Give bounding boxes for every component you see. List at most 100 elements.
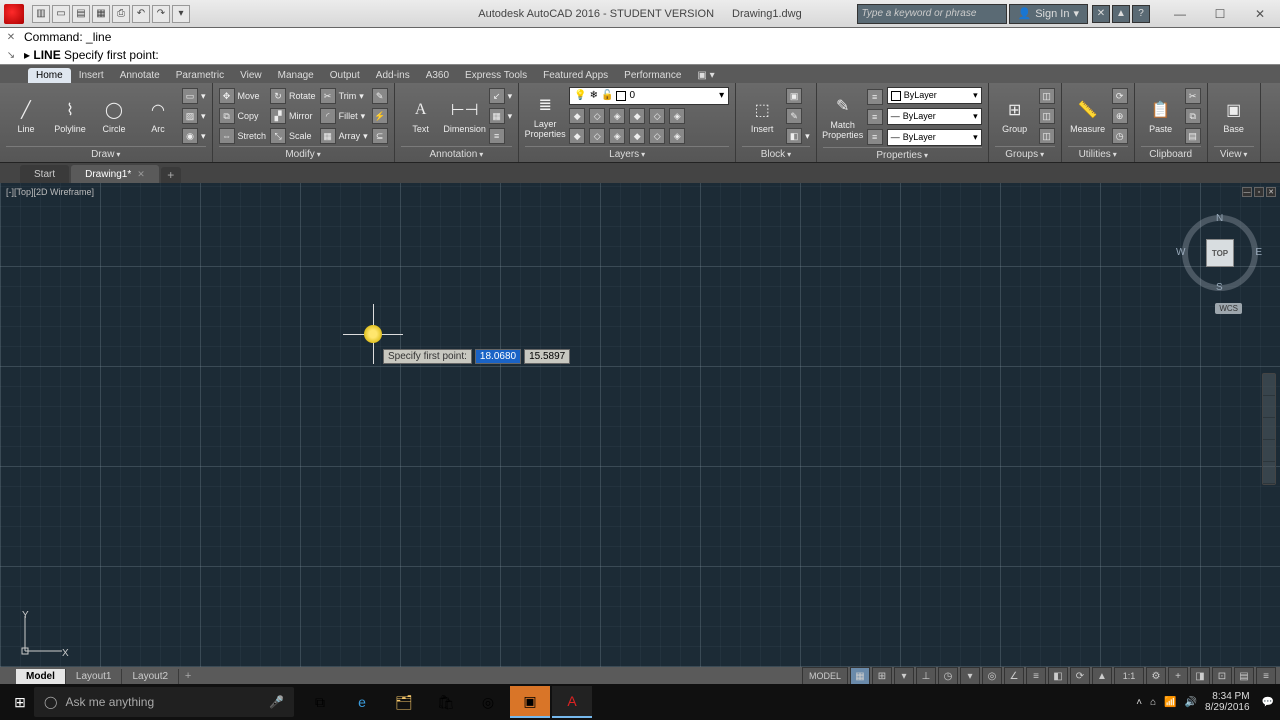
- store-icon[interactable]: 🛍: [426, 686, 466, 718]
- scale-button[interactable]: ⤡Scale: [270, 127, 316, 145]
- viewcube-north[interactable]: N: [1216, 213, 1223, 224]
- tab-manage[interactable]: Manage: [270, 68, 322, 83]
- viewcube-face[interactable]: TOP: [1206, 239, 1234, 267]
- panel-modify-title[interactable]: Modify: [219, 146, 388, 162]
- arc-button[interactable]: ◠Arc: [138, 98, 178, 134]
- tray-volume-icon[interactable]: 🔊: [1185, 697, 1197, 708]
- cut-icon[interactable]: ✂: [1185, 88, 1201, 104]
- navigation-bar[interactable]: [1262, 373, 1276, 485]
- qat-saveas-icon[interactable]: ▦: [92, 5, 110, 23]
- layer-dropdown[interactable]: 💡❄🔓0▾: [569, 87, 729, 105]
- qat-new-icon[interactable]: ▥: [32, 5, 50, 23]
- layer-tool4-icon[interactable]: ◆: [629, 108, 645, 124]
- status-iso-icon[interactable]: ▾: [960, 667, 980, 685]
- block-attr-icon[interactable]: ◧: [786, 128, 802, 144]
- tray-up-icon[interactable]: ˄: [1136, 697, 1142, 708]
- layer-tool11-icon[interactable]: ◇: [649, 128, 665, 144]
- mirror-button[interactable]: ▞Mirror: [270, 107, 316, 125]
- layout-tab-model[interactable]: Model: [16, 669, 66, 684]
- status-model-button[interactable]: MODEL: [802, 667, 848, 685]
- status-snap-icon[interactable]: ⊞: [872, 667, 892, 685]
- layer-tool9-icon[interactable]: ◈: [609, 128, 625, 144]
- close-cmd-icon[interactable]: ✕: [2, 29, 20, 45]
- layout-tab-2[interactable]: Layout2: [122, 669, 179, 684]
- table-icon[interactable]: ▦: [489, 108, 505, 124]
- util-c-icon[interactable]: ◷: [1112, 128, 1128, 144]
- wcs-badge[interactable]: WCS: [1215, 303, 1242, 314]
- exchange-icon[interactable]: ✕: [1092, 5, 1110, 23]
- rectangle-icon[interactable]: ▭: [182, 88, 198, 104]
- file-tab-drawing1[interactable]: Drawing1*✕: [71, 165, 159, 183]
- viewcube-east[interactable]: E: [1255, 247, 1262, 258]
- dyn-y-input[interactable]: 15.5897: [524, 349, 570, 364]
- viewcube-west[interactable]: W: [1176, 247, 1185, 258]
- tray-defender-icon[interactable]: ⌂: [1150, 697, 1156, 708]
- rotate-button[interactable]: ↻Rotate: [270, 87, 316, 105]
- panel-draw-title[interactable]: Draw: [6, 146, 206, 162]
- drawing-area[interactable]: [-][Top][2D Wireframe] — ▫ ✕ Specify fir…: [0, 183, 1280, 667]
- panel-layers-title[interactable]: Layers: [525, 146, 729, 162]
- signin-button[interactable]: 👤 Sign In ▾: [1009, 4, 1088, 24]
- status-ortho-icon[interactable]: ⊥: [916, 667, 936, 685]
- status-polar-icon[interactable]: ◷: [938, 667, 958, 685]
- prop-b-icon[interactable]: ≡: [867, 109, 883, 125]
- panel-utilities-title[interactable]: Utilities: [1068, 146, 1128, 162]
- close-tab-icon[interactable]: ✕: [137, 169, 145, 180]
- clip-c-icon[interactable]: ▤: [1185, 128, 1201, 144]
- add-tab-button[interactable]: +: [161, 167, 181, 183]
- qat-print-icon[interactable]: ⎙: [112, 5, 130, 23]
- layer-tool1-icon[interactable]: ◆: [569, 108, 585, 124]
- qat-undo-icon[interactable]: ↶: [132, 5, 150, 23]
- panel-clipboard-title[interactable]: Clipboard: [1141, 146, 1201, 162]
- help-icon[interactable]: ?: [1132, 5, 1150, 23]
- group-b-icon[interactable]: ◫: [1039, 108, 1055, 124]
- panel-annotation-title[interactable]: Annotation: [401, 146, 513, 162]
- tab-annotate[interactable]: Annotate: [112, 68, 168, 83]
- status-scale-button[interactable]: 1:1: [1114, 667, 1144, 685]
- status-anno-icon[interactable]: ▲: [1092, 667, 1112, 685]
- layout-add-button[interactable]: +: [179, 670, 197, 682]
- layer-tool7-icon[interactable]: ◆: [569, 128, 585, 144]
- autocad-taskbar-icon[interactable]: A: [552, 686, 592, 718]
- explorer-icon[interactable]: 🗂: [384, 686, 424, 718]
- color-dropdown[interactable]: ByLayer▾: [887, 87, 982, 104]
- paste-button[interactable]: 📋Paste: [1141, 98, 1181, 134]
- lineweight-dropdown[interactable]: —ByLayer▾: [887, 108, 982, 125]
- nav-wheel-icon[interactable]: [1263, 374, 1275, 396]
- match-properties-button[interactable]: ✎Match Properties: [823, 94, 863, 140]
- minimize-button[interactable]: —: [1160, 2, 1200, 26]
- circle-button[interactable]: ◯Circle: [94, 98, 134, 134]
- close-button[interactable]: ✕: [1240, 2, 1280, 26]
- status-otrack-icon[interactable]: ∠: [1004, 667, 1024, 685]
- copy-button[interactable]: ⧉Copy: [219, 107, 267, 125]
- stretch-button[interactable]: ⇔Stretch: [219, 127, 267, 145]
- fillet-button[interactable]: ◜Fillet ▾: [320, 107, 368, 125]
- tab-a360[interactable]: A360: [418, 68, 457, 83]
- viewcube[interactable]: TOP N S E W: [1182, 215, 1258, 291]
- app2-icon[interactable]: ▣: [510, 686, 550, 718]
- app-logo-icon[interactable]: [4, 4, 24, 24]
- qat-dropdown-icon[interactable]: ▾: [172, 5, 190, 23]
- start-button[interactable]: ⊞: [6, 688, 34, 716]
- tab-performance[interactable]: Performance: [616, 68, 689, 83]
- status-clean-icon[interactable]: ▤: [1234, 667, 1254, 685]
- layer-tool5-icon[interactable]: ◇: [649, 108, 665, 124]
- block-edit-icon[interactable]: ✎: [786, 108, 802, 124]
- leader-icon[interactable]: ↙: [489, 88, 505, 104]
- ellipse-icon[interactable]: ◉: [182, 128, 198, 144]
- layer-properties-button[interactable]: ≣Layer Properties: [525, 93, 565, 139]
- tab-featured[interactable]: Featured Apps: [535, 68, 616, 83]
- file-tab-start[interactable]: Start: [20, 165, 69, 183]
- layer-tool12-icon[interactable]: ◈: [669, 128, 685, 144]
- mtext-icon[interactable]: ≡: [489, 128, 505, 144]
- line-button[interactable]: ╱Line: [6, 98, 46, 134]
- taskview-icon[interactable]: ⧉: [300, 686, 340, 718]
- viewcube-south[interactable]: S: [1216, 282, 1223, 293]
- block-create-icon[interactable]: ▣: [786, 88, 802, 104]
- panel-block-title[interactable]: Block: [742, 146, 810, 162]
- status-snap2-icon[interactable]: ▾: [894, 667, 914, 685]
- dimension-button[interactable]: ⊢⊣Dimension: [445, 98, 485, 134]
- mic-icon[interactable]: 🎤: [269, 695, 284, 709]
- cmd-arrow-icon[interactable]: ↘: [2, 47, 20, 63]
- panel-properties-title[interactable]: Properties: [823, 147, 982, 163]
